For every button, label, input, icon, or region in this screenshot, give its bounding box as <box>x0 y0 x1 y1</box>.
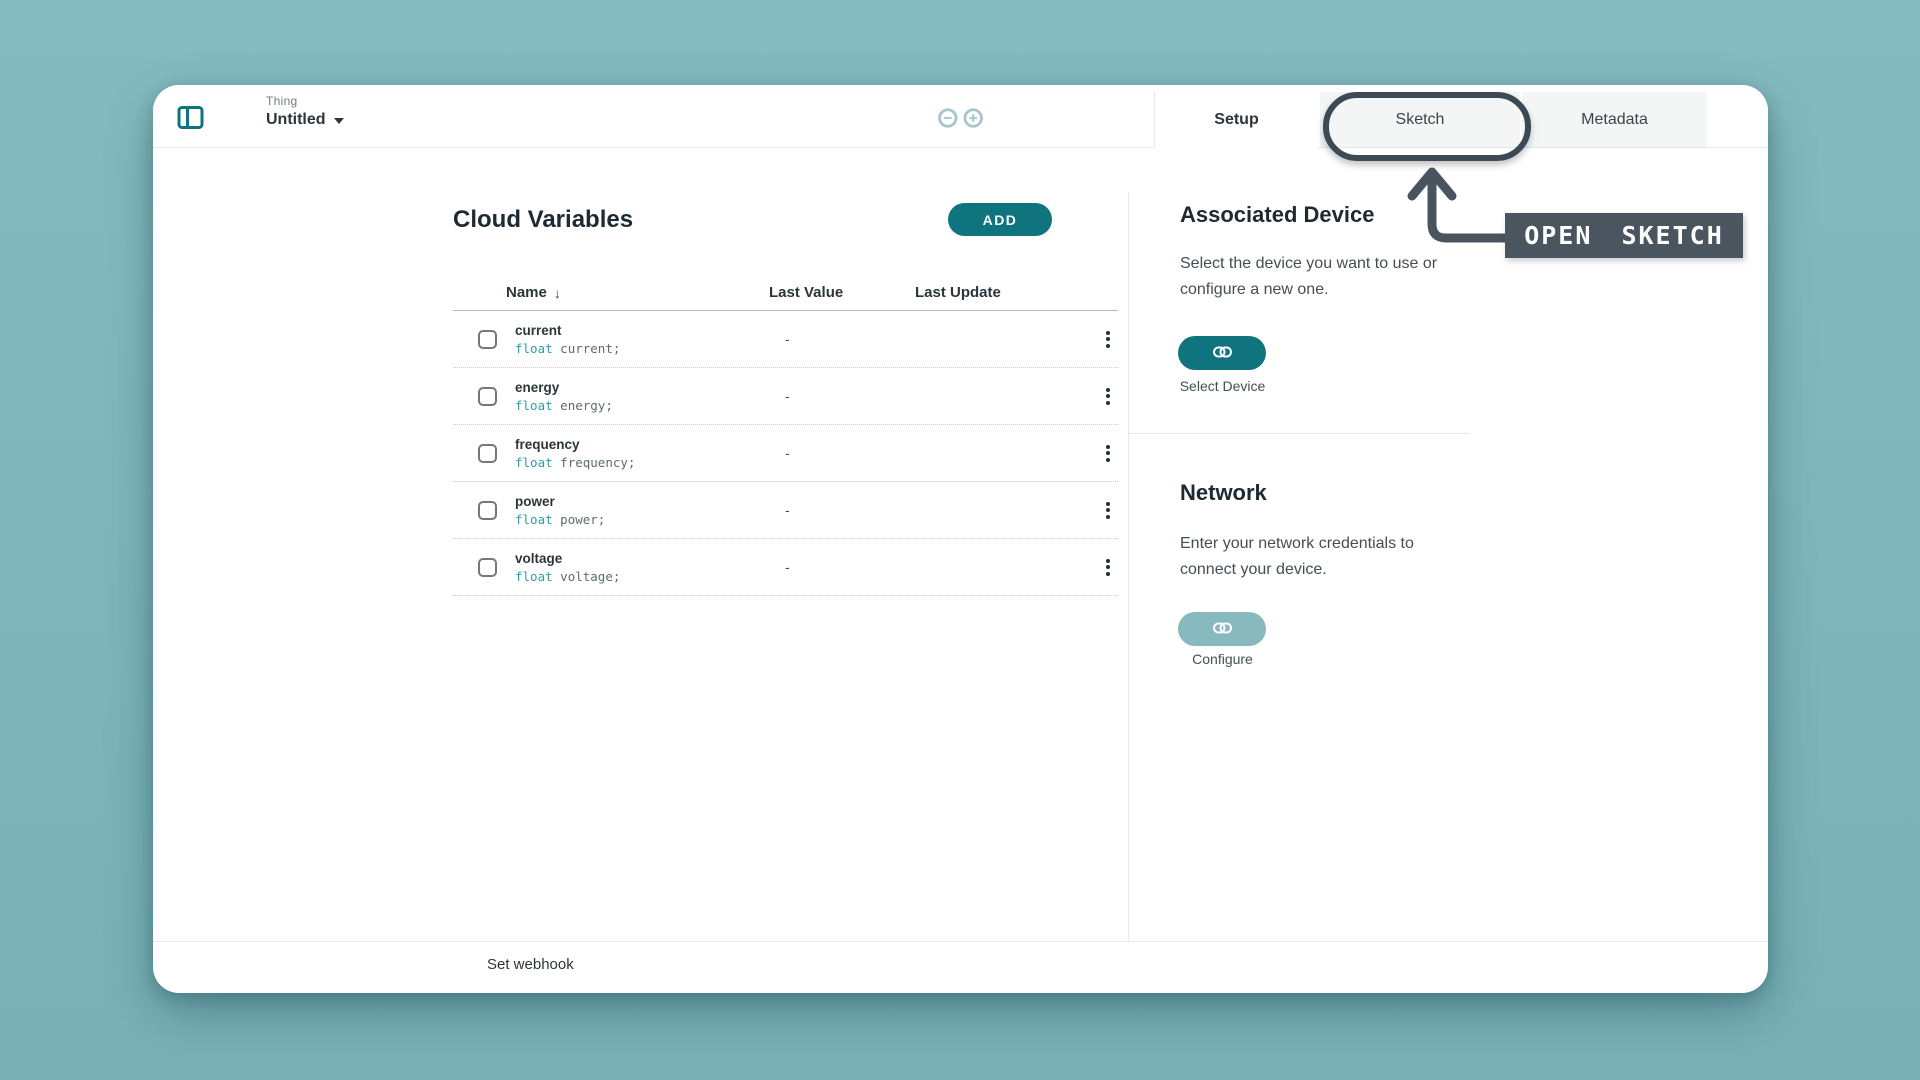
open-sketch-callout: OPEN SKETCH <box>1505 213 1743 258</box>
column-header-last-update: Last Update <box>915 284 1085 301</box>
variable-name: power <box>515 493 769 510</box>
table-header-row: Name ↓ Last Value Last Update <box>453 275 1118 311</box>
thing-name: Untitled <box>266 111 326 129</box>
row-checkbox[interactable] <box>478 387 497 406</box>
row-menu-button[interactable] <box>1098 382 1118 411</box>
row-checkbox[interactable] <box>478 501 497 520</box>
arduino-infinity-logo-icon <box>937 107 984 134</box>
variable-declaration: float voltage; <box>515 568 769 585</box>
set-webhook-link[interactable]: Set webhook <box>487 956 574 973</box>
configure-network-button[interactable] <box>1178 612 1266 646</box>
tab-metadata[interactable]: Metadata <box>1522 92 1707 148</box>
chevron-down-icon <box>334 118 344 124</box>
select-device-button[interactable] <box>1178 336 1266 370</box>
network-description: Enter your network credentials to connec… <box>1180 531 1450 583</box>
last-value: - <box>769 502 915 518</box>
variable-declaration: float current; <box>515 340 769 357</box>
row-checkbox[interactable] <box>478 558 497 577</box>
last-value: - <box>769 388 915 404</box>
variable-name: energy <box>515 379 769 396</box>
table-row[interactable]: current float current; - <box>453 311 1118 368</box>
row-checkbox[interactable] <box>478 330 497 349</box>
last-value: - <box>769 559 915 575</box>
section-divider <box>1128 433 1470 434</box>
row-menu-button[interactable] <box>1098 325 1118 354</box>
associated-device-description: Select the device you want to use or con… <box>1180 251 1450 303</box>
row-menu-button[interactable] <box>1098 496 1118 525</box>
last-value: - <box>769 331 915 347</box>
add-variable-button[interactable]: ADD <box>948 203 1052 236</box>
last-value: - <box>769 445 915 461</box>
row-menu-button[interactable] <box>1098 439 1118 468</box>
configure-network-label: Configure <box>1160 651 1285 667</box>
desktop-background: Thing Untitled Setup Sketch Metadata <box>0 0 1920 1080</box>
table-row[interactable]: energy float energy; - <box>453 368 1118 425</box>
thing-name-dropdown[interactable]: Thing Untitled <box>266 94 344 129</box>
link-icon <box>1213 622 1232 637</box>
column-header-last-value: Last Value <box>769 284 915 301</box>
tab-setup[interactable]: Setup <box>1154 92 1318 148</box>
sort-descending-icon: ↓ <box>554 285 561 301</box>
variable-declaration: float power; <box>515 511 769 528</box>
table-row[interactable]: power float power; - <box>453 482 1118 539</box>
network-title: Network <box>1180 480 1267 506</box>
link-icon <box>1213 346 1232 361</box>
table-row[interactable]: voltage float voltage; - <box>453 539 1118 596</box>
row-menu-button[interactable] <box>1098 553 1118 582</box>
panel-divider <box>1128 193 1129 941</box>
associated-device-title: Associated Device <box>1180 202 1374 228</box>
variable-declaration: float energy; <box>515 397 769 414</box>
open-sketch-label: OPEN SKETCH <box>1524 221 1724 250</box>
variable-declaration: float frequency; <box>515 454 769 471</box>
sidebar-toggle-button[interactable] <box>177 104 204 131</box>
thing-window: Thing Untitled Setup Sketch Metadata <box>153 85 1768 993</box>
table-row[interactable]: frequency float frequency; - <box>453 425 1118 482</box>
variable-name: voltage <box>515 550 769 567</box>
row-checkbox[interactable] <box>478 444 497 463</box>
page-title: Cloud Variables <box>453 206 633 234</box>
thing-label: Thing <box>266 94 344 108</box>
variables-table: Name ↓ Last Value Last Update current fl… <box>453 275 1118 596</box>
select-device-label: Select Device <box>1160 378 1285 394</box>
panel-left-icon <box>177 119 204 134</box>
column-header-name[interactable]: Name ↓ <box>506 284 769 301</box>
footer-divider <box>153 941 1768 942</box>
variable-name: current <box>515 322 769 339</box>
variable-name: frequency <box>515 436 769 453</box>
tab-sketch[interactable]: Sketch <box>1320 92 1520 148</box>
